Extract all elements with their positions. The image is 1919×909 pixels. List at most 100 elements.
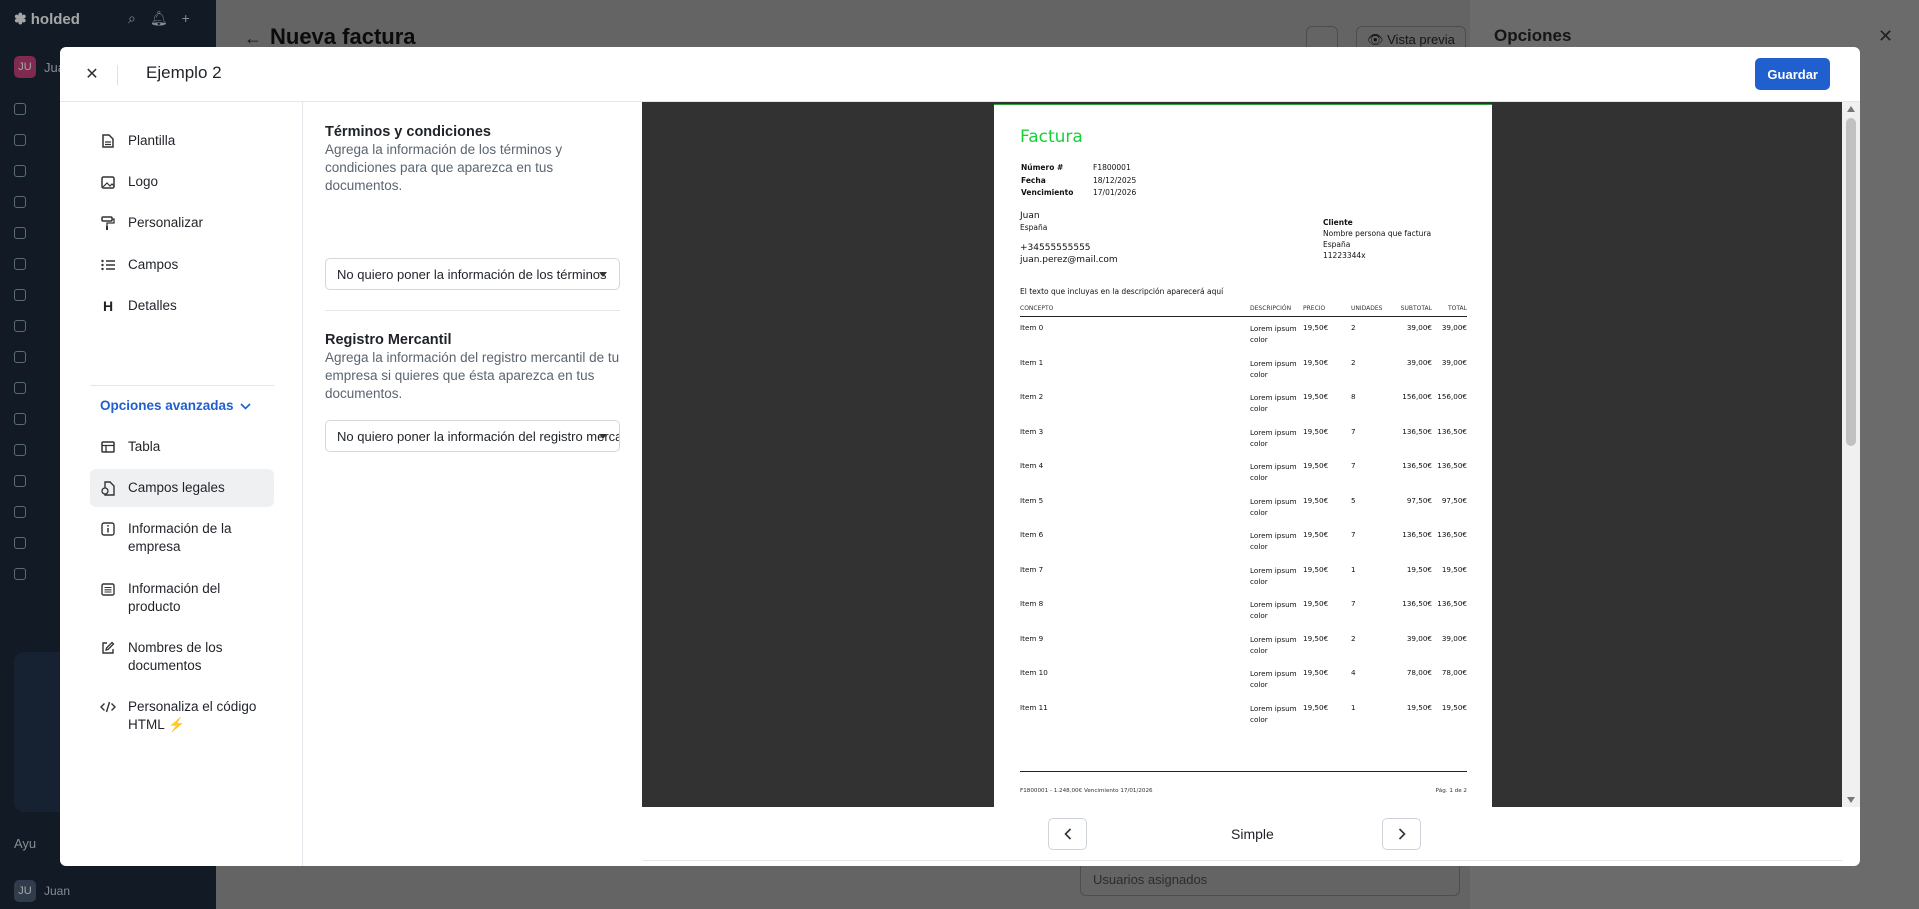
cell-description: Lorem ipsum color (1250, 462, 1297, 482)
meta-row: Fecha 18/12/2025 (1021, 175, 1137, 185)
sender-email: juan.perez@mail.com (1020, 255, 1118, 265)
table-row: Item 1 Lorem ipsum color 19,50€ 2 39,00€ 39,0… (1020, 352, 1467, 387)
info-icon (100, 520, 116, 538)
nav-item-personalizar[interactable]: Personalizar (90, 204, 274, 242)
table-icon (100, 438, 116, 456)
nav-item-label: Personalizar (128, 215, 204, 230)
cell-description: Lorem ipsum color (1250, 600, 1297, 620)
preview-scrollbar[interactable] (1842, 102, 1860, 807)
cell-price: 19,50€ (1303, 461, 1329, 470)
meta-row: Número # F1800001 (1021, 163, 1131, 172)
chevron-down-icon (239, 398, 251, 413)
invoice-footer-summary: F1800001 - 1.248,00€ Vencimiento 17/01/2… (1020, 788, 1153, 794)
chevron-left-icon (1063, 828, 1071, 840)
nav-item-detalles[interactable]: H Detalles (90, 287, 274, 325)
header-divider (117, 65, 118, 85)
cell-subtotal: 156,00€ (1402, 392, 1432, 401)
list-icon (100, 256, 116, 274)
terms-select[interactable]: No quiero poner la información de los té… (325, 258, 620, 290)
nav-item-label: Detalles (128, 298, 177, 313)
terms-select-value: No quiero poner la información de los té… (337, 266, 607, 282)
table-row: Item 5 Lorem ipsum color 19,50€ 5 97,50€ 97,5… (1020, 490, 1467, 525)
sender-country: España (1020, 223, 1048, 232)
client-info: Cliente Nombre persona que factura Españ… (1323, 217, 1431, 261)
scroll-down-icon[interactable] (1847, 797, 1855, 803)
cell-subtotal: 39,00€ (1406, 323, 1432, 332)
table-row: Item 0 Lorem ipsum color 19,50€ 2 39,00€ 39,0… (1020, 317, 1467, 352)
footer-divider (1020, 771, 1467, 773)
cell-concept: Item 1 (1020, 357, 1044, 367)
advanced-options-toggle[interactable]: Opciones avanzadas (100, 398, 251, 413)
cell-price: 19,50€ (1303, 530, 1329, 539)
cell-units: 8 (1351, 392, 1356, 401)
sender-name: Juan (1020, 211, 1040, 221)
modal-title: Ejemplo 2 (146, 63, 222, 82)
chevron-right-icon (1398, 828, 1406, 840)
cell-units: 7 (1351, 461, 1356, 470)
nav-item-campos-legales[interactable]: Campos legales (90, 469, 274, 507)
next-template-button[interactable] (1382, 818, 1421, 850)
header-price: PRECIO (1303, 305, 1326, 312)
table-row: Item 6 Lorem ipsum color 19,50€ 7 136,50€ 136… (1020, 524, 1467, 559)
nav-item-label: Personaliza el código HTML ⚡ (128, 699, 257, 732)
meta-row: Vencimiento 17/01/2026 (1021, 188, 1137, 197)
nav-item-label: Nombres de los documentos (128, 640, 223, 673)
nav-item-plantilla[interactable]: Plantilla (90, 122, 274, 160)
cell-subtotal: 136,50€ (1402, 530, 1432, 539)
cell-units: 1 (1351, 702, 1356, 712)
cell-price: 19,50€ (1303, 392, 1329, 401)
code-icon (100, 698, 116, 716)
cell-concept: Item 0 (1020, 323, 1044, 332)
cell-total: 19,50€ (1441, 702, 1467, 712)
nav-item-logo[interactable]: Logo (90, 163, 274, 201)
caret-down-icon (599, 434, 607, 439)
legal-fields-panel: Términos y condiciones Agrega la informa… (303, 102, 640, 866)
cell-description: Lorem ipsum color (1250, 427, 1297, 448)
cell-concept: Item 10 (1020, 668, 1048, 677)
cell-total: 156,00€ (1437, 392, 1467, 401)
nav-item-codigo-html[interactable]: Personaliza el código HTML ⚡ (90, 688, 274, 744)
nav-item-label: Logo (128, 174, 159, 189)
cell-subtotal: 136,50€ (1402, 426, 1432, 436)
cell-price: 19,50€ (1303, 668, 1329, 677)
registry-title: Registro Mercantil (325, 332, 452, 348)
nav-item-label: Campos (128, 257, 179, 272)
table-row: Item 9 Lorem ipsum color 19,50€ 2 39,00€ 39,0… (1020, 628, 1467, 663)
advanced-options-label: Opciones avanzadas (100, 398, 234, 413)
nav-item-label: Tabla (128, 439, 161, 454)
nav-item-tabla[interactable]: Tabla (90, 428, 274, 466)
preview-canvas[interactable]: Factura Número # F1800001 Fecha 18/12/2025… (642, 102, 1842, 807)
nav-item-label: Plantilla (128, 133, 176, 148)
cell-description: Lorem ipsum color (1250, 358, 1297, 379)
cell-total: 136,50€ (1437, 599, 1467, 608)
nav-item-informacion-producto[interactable]: Información del producto (90, 570, 274, 626)
cell-units: 1 (1351, 564, 1356, 574)
cell-total: 39,00€ (1441, 633, 1467, 643)
registry-description: Agrega la información del registro merca… (325, 350, 620, 401)
nav-item-label: Información del producto (128, 581, 221, 614)
cell-concept: Item 3 (1020, 426, 1044, 436)
document-preview: Factura Número # F1800001 Fecha 18/12/2025… (642, 102, 1860, 866)
scroll-thumb[interactable] (1846, 118, 1856, 446)
sender-phone: +34555555555 (1020, 243, 1091, 253)
client-country: España (1323, 240, 1351, 249)
save-button[interactable]: Guardar (1755, 58, 1830, 90)
registry-select[interactable]: No quiero poner la información del regis… (325, 420, 620, 452)
cell-description: Lorem ipsum color (1250, 496, 1297, 517)
nav-item-informacion-empresa[interactable]: Información de la empresa (90, 510, 274, 566)
table-row: Item 2 Lorem ipsum color 19,50€ 8 156,00€ 156… (1020, 386, 1467, 421)
nav-item-campos[interactable]: Campos (90, 246, 274, 284)
cell-units: 2 (1351, 357, 1356, 367)
table-row: Item 7 Lorem ipsum color 19,50€ 1 19,50€ 19,5… (1020, 559, 1467, 594)
client-label: Cliente (1323, 218, 1353, 227)
cell-subtotal: 136,50€ (1402, 599, 1432, 608)
nav-item-nombres-documentos[interactable]: Nombres de los documentos (90, 629, 274, 685)
cell-price: 19,50€ (1303, 599, 1329, 608)
cell-units: 4 (1351, 668, 1356, 677)
invoice-paper: Factura Número # F1800001 Fecha 18/12/2025… (994, 104, 1492, 807)
previous-template-button[interactable] (1048, 818, 1087, 850)
cell-price: 19,50€ (1303, 323, 1329, 332)
nav-item-label: Información de la empresa (128, 521, 232, 554)
close-icon[interactable]: ✕ (82, 64, 102, 84)
scroll-up-icon[interactable] (1847, 106, 1855, 112)
